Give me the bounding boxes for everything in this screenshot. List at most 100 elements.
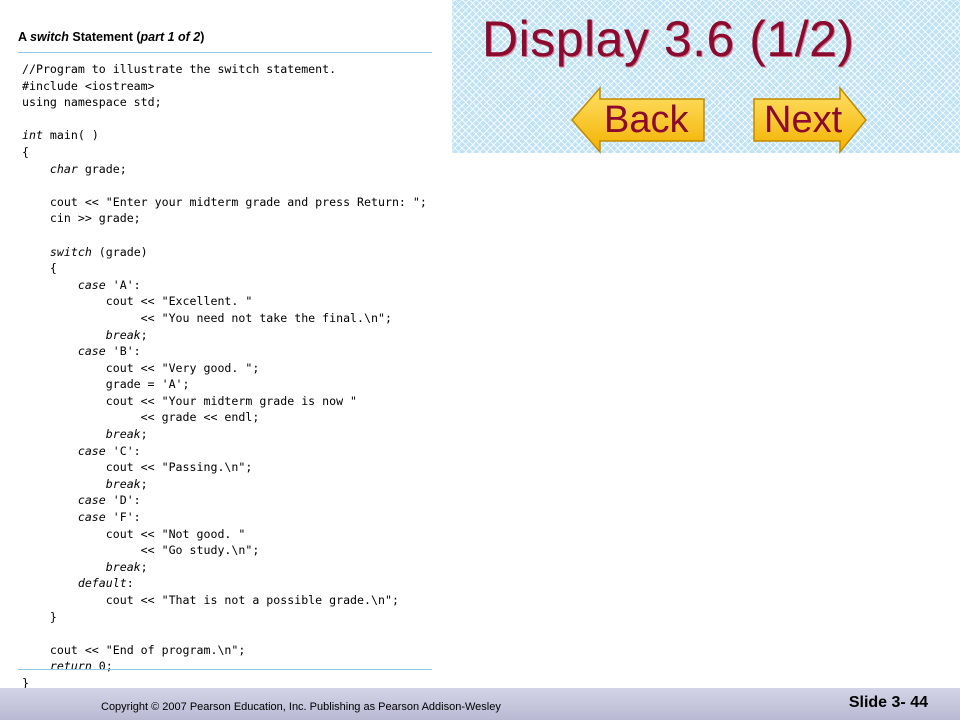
code-line: << grade << endl;	[22, 409, 442, 426]
next-button[interactable]: Next	[752, 86, 868, 154]
code-text: 'A':	[105, 277, 141, 292]
code-text: cin >> grade;	[22, 211, 141, 226]
code-text: ;	[140, 327, 148, 342]
code-text: cout << "End of program.\n";	[22, 642, 246, 657]
code-keyword: case	[77, 493, 106, 508]
code-keyword: case	[77, 277, 106, 292]
code-text: 'F':	[105, 510, 141, 525]
slide-number: Slide 3- 44	[848, 694, 928, 711]
code-text: //Program to illustrate the switch state…	[22, 62, 337, 76]
code-line: cout << "Excellent. "	[22, 293, 442, 310]
code-text: :	[126, 576, 134, 591]
code-keyword: break	[105, 476, 141, 491]
code-text: << grade << endl;	[22, 410, 260, 425]
slide-title: Display 3.6 (1/2)	[482, 11, 855, 67]
code-text: ;	[140, 476, 148, 491]
code-line: break;	[22, 559, 442, 576]
code-text: grade;	[77, 161, 127, 176]
caption-divider	[18, 52, 432, 53]
code-line: case 'C':	[22, 443, 442, 460]
code-line: {	[22, 260, 442, 277]
code-line: cout << "Very good. ";	[22, 360, 442, 377]
code-line: using namespace std;	[22, 94, 442, 111]
code-text: cout << "Very good. ";	[22, 360, 260, 375]
code-line: case 'D':	[22, 492, 442, 509]
code-text: 0;	[91, 659, 113, 674]
code-text: ;	[140, 427, 148, 442]
code-keyword: case	[77, 344, 106, 359]
code-line: case 'F':	[22, 509, 442, 526]
code-text: 'D':	[105, 493, 141, 508]
code-line: cout << "That is not a possible grade.\n…	[22, 592, 442, 609]
code-line: default:	[22, 575, 442, 592]
code-keyword: char	[49, 161, 78, 176]
code-line: case 'B':	[22, 343, 442, 360]
code-text: cout << "Your midterm grade is now "	[22, 393, 358, 408]
code-bottom-divider	[18, 669, 432, 670]
code-text: cout << "Passing.\n";	[22, 460, 253, 475]
code-line: {	[22, 144, 442, 161]
code-line: cout << "Not good. "	[22, 526, 442, 543]
caption-prefix: A	[18, 30, 31, 44]
code-line: break;	[22, 426, 442, 443]
code-text: (grade)	[91, 244, 148, 259]
code-line: cout << "Your midterm grade is now "	[22, 393, 442, 410]
code-line: << "Go study.\n";	[22, 542, 442, 559]
code-text: #include <iostream>	[22, 78, 155, 93]
code-text: main( )	[42, 128, 99, 143]
code-line: grade = 'A';	[22, 376, 442, 393]
code-text: {	[22, 144, 29, 159]
code-line: int main( )	[22, 127, 442, 144]
copyright-text: Copyright © 2007 Pearson Education, Inc.…	[101, 701, 501, 713]
code-line: << "You need not take the final.\n";	[22, 310, 442, 327]
code-keyword: break	[105, 559, 141, 574]
back-button[interactable]: Back	[570, 86, 706, 154]
code-keyword: case	[77, 510, 106, 525]
caption-suffix: Statement (	[68, 30, 141, 44]
code-text: cout << "Enter your midterm grade and pr…	[22, 194, 427, 209]
caption-end: )	[200, 30, 205, 44]
caption-keyword: switch	[30, 30, 69, 44]
code-line: return 0;	[22, 658, 442, 675]
code-line: break;	[22, 476, 442, 493]
code-keyword: switch	[49, 244, 92, 259]
code-text: using namespace std;	[22, 95, 162, 110]
code-line: char grade;	[22, 161, 442, 178]
code-text: }	[22, 609, 57, 624]
code-listing: //Program to illustrate the switch state…	[22, 61, 442, 692]
back-label: Back	[604, 99, 689, 141]
code-line: }	[22, 609, 442, 626]
code-keyword: return	[49, 659, 92, 674]
code-line: cout << "Passing.\n";	[22, 459, 442, 476]
code-keyword: break	[105, 327, 141, 342]
code-keyword: int	[22, 128, 43, 143]
code-text: cout << "Excellent. "	[22, 294, 253, 309]
next-label: Next	[764, 99, 843, 141]
caption-part: part 1 of 2	[140, 30, 201, 44]
code-text: 'C':	[105, 443, 141, 458]
code-line: cin >> grade;	[22, 210, 442, 227]
code-line: case 'A':	[22, 277, 442, 294]
code-line: cout << "End of program.\n";	[22, 642, 442, 659]
code-line: cout << "Enter your midterm grade and pr…	[22, 194, 442, 211]
code-line: //Program to illustrate the switch state…	[22, 61, 442, 78]
code-text: ;	[140, 559, 148, 574]
code-text: {	[22, 261, 57, 276]
display-caption: A switch Statement (part 1 of 2)	[18, 30, 204, 44]
code-line: break;	[22, 327, 442, 344]
code-text: cout << "Not good. "	[22, 526, 246, 541]
